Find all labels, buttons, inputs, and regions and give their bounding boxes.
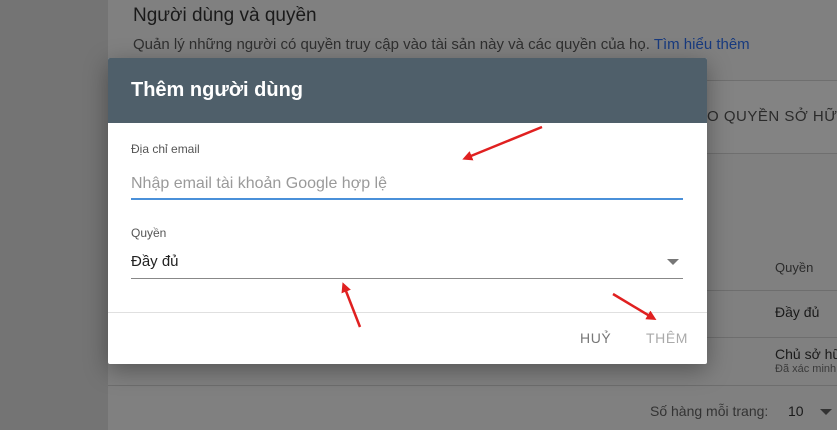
chevron-down-icon bbox=[667, 259, 679, 265]
role-selected-value: Đầy đủ bbox=[131, 253, 179, 270]
pagination: Số hàng mỗi trang: 10 bbox=[650, 403, 832, 419]
rows-per-page-label: Số hàng mỗi trang: bbox=[650, 403, 769, 419]
learn-more-link[interactable]: Tìm hiểu thêm bbox=[654, 36, 750, 53]
role-label: Quyền bbox=[131, 226, 167, 240]
dialog-divider bbox=[108, 312, 707, 313]
add-user-dialog: Thêm người dùng Địa chỉ email Quyền Đầy … bbox=[108, 58, 707, 364]
page-subtitle-text: Quản lý những người có quyền truy cập và… bbox=[133, 36, 650, 53]
row-divider bbox=[108, 385, 837, 386]
dialog-title: Thêm người dùng bbox=[131, 79, 304, 101]
page-subtitle: Quản lý những người có quyền truy cập và… bbox=[133, 36, 750, 53]
email-field[interactable] bbox=[131, 170, 683, 200]
column-header-permission: Quyền bbox=[775, 260, 814, 275]
dialog-header: Thêm người dùng bbox=[108, 58, 707, 123]
cancel-button[interactable]: HUỶ bbox=[580, 330, 611, 346]
role-select[interactable]: Đầy đủ bbox=[131, 248, 683, 279]
left-sidebar bbox=[0, 0, 108, 430]
table-cell-permission: Đầy đủ bbox=[775, 304, 820, 320]
add-button[interactable]: THÊM bbox=[646, 330, 688, 346]
tab-ownership[interactable]: O QUYỀN SỞ HỮU bbox=[707, 108, 837, 125]
table-cell-permission: Chủ sở hữ bbox=[775, 346, 837, 362]
chevron-down-icon[interactable] bbox=[820, 409, 832, 415]
email-label: Địa chỉ email bbox=[131, 142, 200, 156]
page-title: Người dùng và quyền bbox=[133, 5, 317, 26]
table-cell-note: Đã xác minh bbox=[775, 363, 837, 375]
rows-per-page-select[interactable]: 10 bbox=[788, 403, 804, 419]
